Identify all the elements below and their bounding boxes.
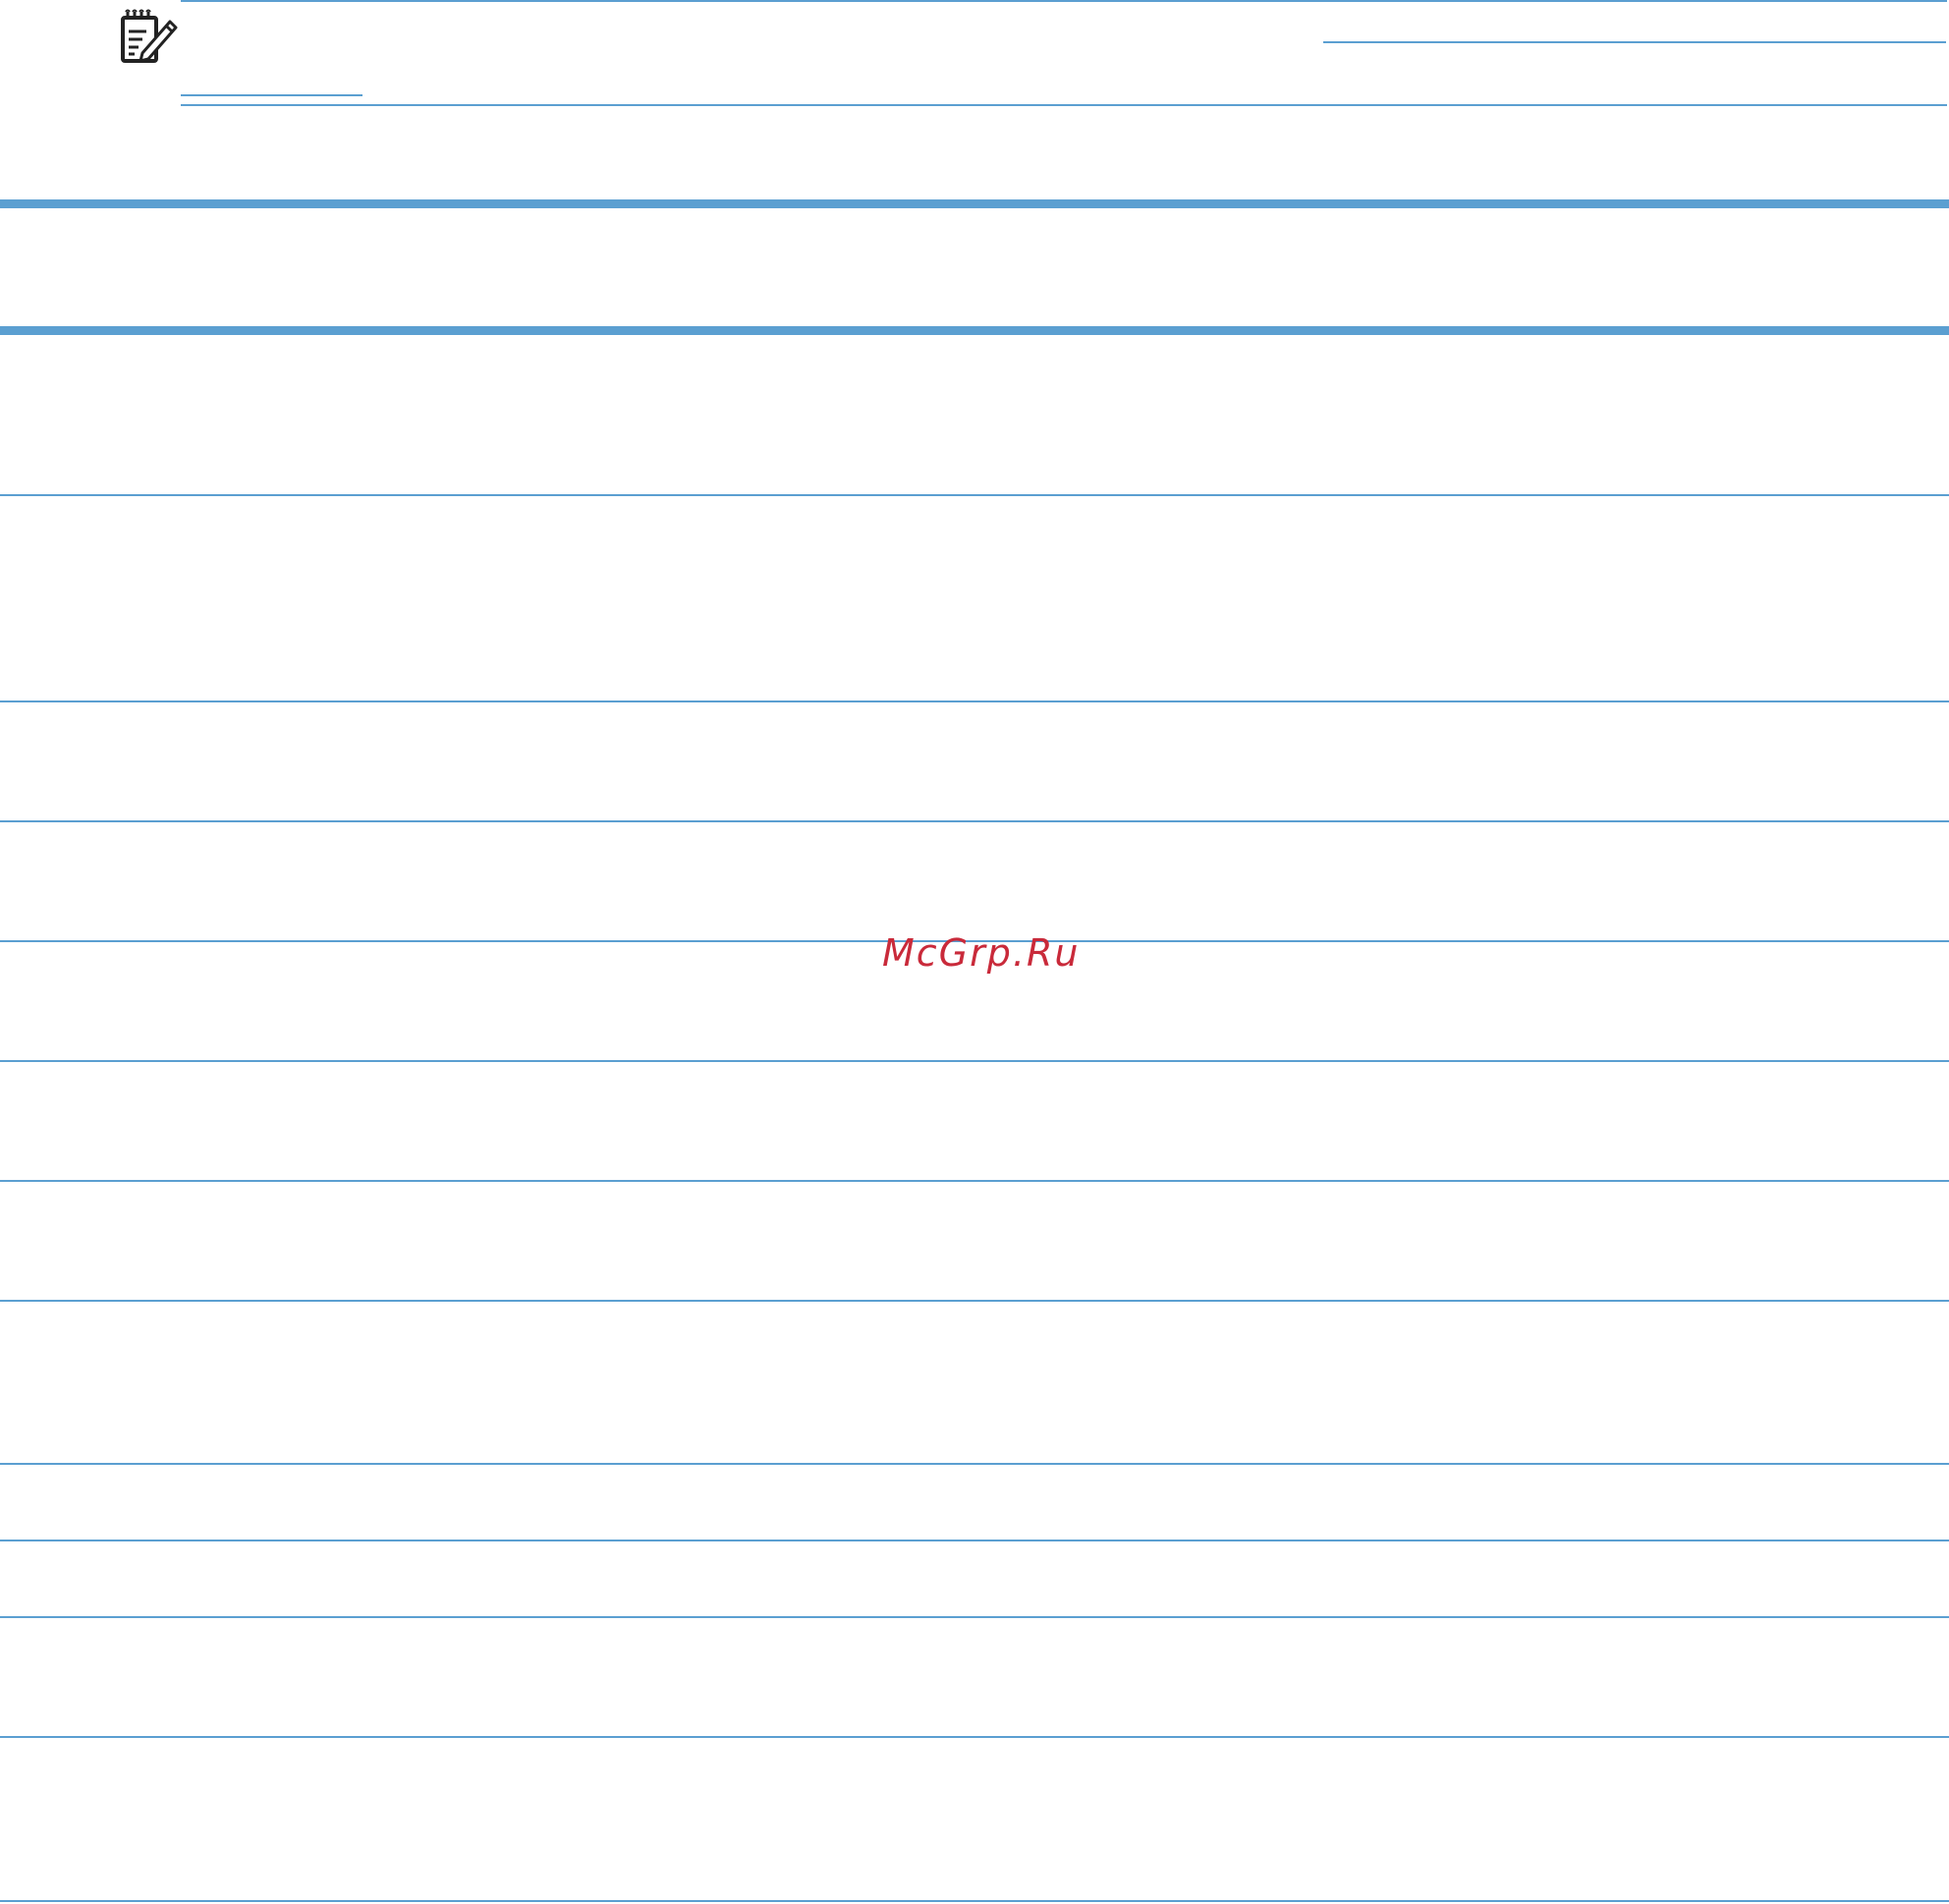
table-row-divider xyxy=(0,1616,1949,1618)
table-row-divider xyxy=(0,820,1949,822)
watermark: McGrp.Ru xyxy=(882,931,1081,975)
table-header-top-rule xyxy=(0,199,1949,208)
note-link-underline[interactable] xyxy=(1323,41,1946,43)
note-link-underline-continued[interactable] xyxy=(181,94,362,96)
table-row-divider xyxy=(0,1060,1949,1062)
note-pencil-icon xyxy=(121,9,178,63)
table-row-divider xyxy=(0,1300,1949,1302)
note-top-rule xyxy=(181,0,1947,2)
table-row-divider xyxy=(0,1540,1949,1541)
table-header-bottom-rule xyxy=(0,326,1949,335)
table-row-divider xyxy=(0,1463,1949,1465)
table-row-divider xyxy=(0,1180,1949,1182)
table-row-divider xyxy=(0,494,1949,496)
table-row-divider xyxy=(0,1900,1949,1902)
table-row-divider xyxy=(0,700,1949,702)
table-row-divider xyxy=(0,1736,1949,1738)
note-bottom-rule xyxy=(181,104,1947,106)
